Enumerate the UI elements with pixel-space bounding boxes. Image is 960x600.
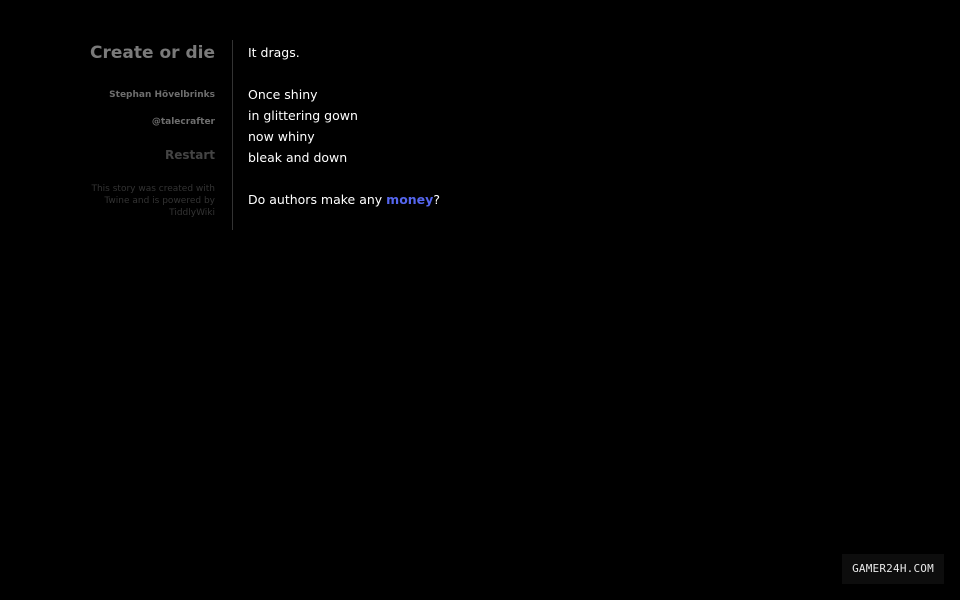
poem-line: now whiny bbox=[248, 129, 315, 144]
question-prefix: Do authors make any bbox=[248, 192, 387, 207]
passage-line: It drags. bbox=[248, 45, 300, 60]
money-link[interactable]: money bbox=[386, 192, 433, 207]
sidebar-divider bbox=[232, 40, 233, 230]
story-page: Create or die Stephan Hövelbrinks @talec… bbox=[0, 0, 960, 600]
sidebar: Create or die Stephan Hövelbrinks @talec… bbox=[80, 40, 215, 219]
watermark-badge: GAMER24H.COM bbox=[842, 554, 944, 584]
credits-text: This story was created with Twine and is… bbox=[91, 184, 215, 218]
question-line: Do authors make any money? bbox=[248, 189, 808, 210]
question-suffix: ? bbox=[433, 192, 440, 207]
author-name: Stephan Hövelbrinks bbox=[109, 90, 215, 100]
restart-button[interactable]: Restart bbox=[80, 147, 215, 163]
passage: It drags. Once shiny in glittering gown … bbox=[248, 42, 808, 210]
author-handle: @talecrafter bbox=[151, 117, 215, 127]
story-title: Create or die bbox=[90, 43, 215, 63]
poem-line: in glittering gown bbox=[248, 108, 358, 123]
poem-line: bleak and down bbox=[248, 150, 348, 165]
poem-line: Once shiny bbox=[248, 87, 318, 102]
